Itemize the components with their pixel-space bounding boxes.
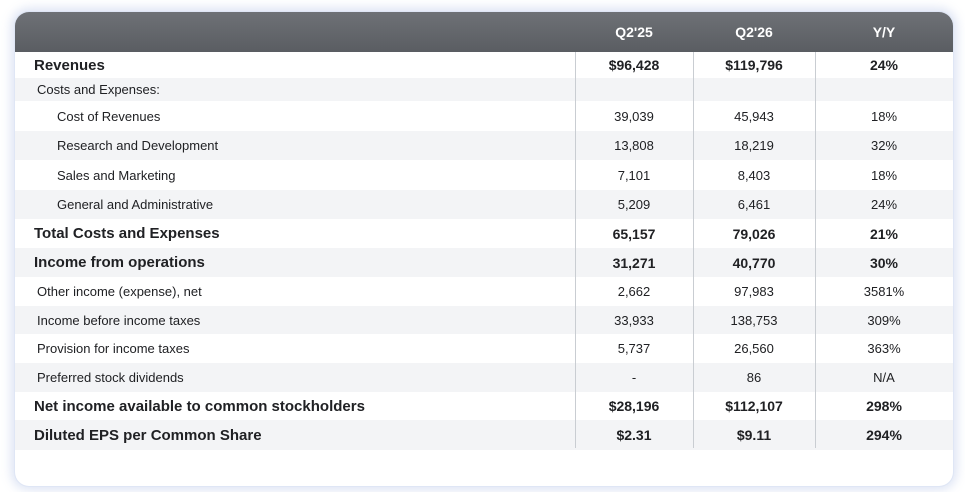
table-row-provision-for-income-taxes: Provision for income taxes 5,737 26,560 …	[15, 334, 953, 363]
table-row-research-and-development: Research and Development 13,808 18,219 3…	[15, 131, 953, 160]
cell-q2-25: $2.31	[616, 427, 652, 443]
cell-q2-25: 2,662	[617, 284, 651, 299]
cell-q2-25: 5,737	[617, 341, 651, 356]
cell-yoy: 21%	[869, 225, 899, 242]
cell-q2-25: 7,101	[617, 167, 651, 183]
table-row-diluted-eps: Diluted EPS per Common Share $2.31 $9.11…	[15, 420, 953, 450]
table-row-revenues: Revenues $96,428 $119,796 24%	[15, 52, 953, 78]
table-row-sales-and-marketing: Sales and Marketing 7,101 8,403 18%	[15, 160, 953, 190]
table-row-total-costs-and-expenses: Total Costs and Expenses 65,157 79,026 2…	[15, 219, 953, 248]
cell-q2-26: 26,560	[734, 341, 774, 356]
column-header-q2-26: Q2'26	[735, 24, 773, 40]
cell-q2-26: 40,770	[732, 254, 776, 271]
cell-q2-25: 5,209	[617, 197, 651, 212]
cell-yoy: 18%	[870, 108, 898, 124]
row-label: Income from operations	[34, 254, 205, 271]
table-row-preferred-stock-dividends: Preferred stock dividends - 86 N/A	[15, 363, 953, 392]
cell-q2-26: 86	[746, 370, 762, 385]
table-row-cost-of-revenues: Cost of Revenues 39,039 45,943 18%	[15, 101, 953, 131]
column-divider	[693, 52, 694, 448]
cell-yoy: 32%	[870, 138, 898, 153]
cell-q2-25: 33,933	[614, 312, 654, 328]
column-divider	[815, 52, 816, 448]
cell-q2-26: 45,943	[734, 108, 774, 124]
row-label: Revenues	[34, 56, 105, 74]
cell-q2-26: 8,403	[737, 167, 771, 183]
cell-q2-26: $119,796	[725, 57, 783, 73]
table-header: Q2'25 Q2'26 Y/Y	[15, 12, 953, 52]
row-label: Diluted EPS per Common Share	[34, 426, 262, 444]
cell-q2-25: 31,271	[612, 254, 656, 271]
table-row-net-income-available: Net income available to common stockhold…	[15, 392, 953, 420]
cell-q2-26: $112,107	[725, 398, 783, 414]
cell-yoy: 309%	[867, 312, 901, 328]
cell-q2-25: -	[631, 370, 637, 385]
cell-yoy: 18%	[870, 167, 898, 183]
table-row-costs-and-expenses: Costs and Expenses:	[15, 78, 953, 101]
row-label: General and Administrative	[57, 197, 214, 212]
cell-yoy: N/A	[873, 370, 895, 385]
income-statement-card: Q2'25 Q2'26 Y/Y Revenues $96,428 $119,79…	[15, 12, 953, 486]
table-row-other-income-expense: Other income (expense), net 2,662 97,983…	[15, 277, 953, 306]
cell-q2-25: 65,157	[612, 225, 656, 242]
cell-yoy: 298%	[866, 398, 902, 414]
row-label: Provision for income taxes	[37, 341, 190, 356]
cell-yoy: 24%	[869, 57, 899, 73]
cell-q2-26: 6,461	[737, 197, 771, 212]
cell-q2-26: 18,219	[734, 138, 774, 153]
row-label: Net income available to common stockhold…	[34, 397, 365, 415]
cell-q2-26	[693, 78, 815, 101]
row-label: Sales and Marketing	[57, 167, 176, 183]
cell-yoy: 363%	[867, 341, 901, 356]
row-label: Costs and Expenses:	[37, 82, 160, 97]
cell-q2-26: 138,753	[730, 312, 778, 328]
cell-q2-26: $9.11	[736, 427, 772, 443]
cell-yoy: 294%	[866, 427, 902, 443]
cell-q2-25: 39,039	[614, 108, 654, 124]
table-row-income-from-operations: Income from operations 31,271 40,770 30%	[15, 248, 953, 277]
row-label: Income before income taxes	[37, 312, 201, 328]
cell-yoy: 30%	[869, 254, 899, 271]
cell-yoy: 3581%	[863, 284, 905, 299]
table-row-general-and-administrative: General and Administrative 5,209 6,461 2…	[15, 190, 953, 219]
column-header-yoy: Y/Y	[872, 24, 896, 40]
column-divider	[575, 52, 576, 448]
cell-yoy: 24%	[870, 197, 898, 212]
row-label: Total Costs and Expenses	[34, 225, 220, 242]
column-header-q2-25: Q2'25	[615, 24, 653, 40]
table-row-income-before-income-taxes: Income before income taxes 33,933 138,75…	[15, 306, 953, 334]
cell-yoy	[815, 78, 953, 101]
row-label: Research and Development	[57, 138, 219, 153]
cell-q2-25	[575, 78, 693, 101]
row-label: Preferred stock dividends	[37, 370, 184, 385]
row-label: Other income (expense), net	[37, 284, 202, 299]
cell-q2-25: $96,428	[608, 57, 660, 73]
cell-q2-25: $28,196	[608, 398, 660, 414]
cell-q2-26: 79,026	[732, 225, 776, 242]
cell-q2-25: 13,808	[614, 138, 654, 153]
row-label: Cost of Revenues	[57, 108, 161, 124]
cell-q2-26: 97,983	[734, 284, 774, 299]
